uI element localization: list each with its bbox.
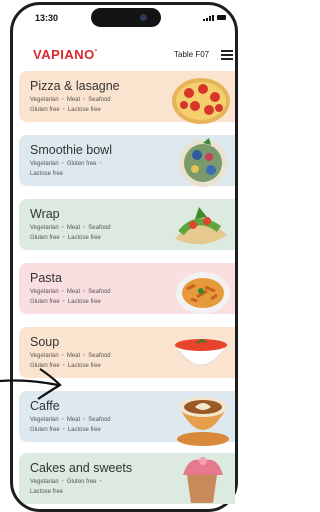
wrap-icon [169,199,231,253]
vapiano-logo: VAPIANO° [33,47,98,62]
status-bar: 13:30 [13,5,235,35]
category-tags: Vegetarian • Gluten free • Lactose free [30,161,102,177]
camera-icon [140,14,147,21]
dynamic-island [91,8,161,27]
category-card-smoothie-bowl[interactable]: Smoothie bowl Vegetarian • Gluten free • La… [19,135,235,189]
cupcake-icon [173,453,231,503]
category-tags: Vegetarian • Gluten free • Lactose free [30,479,102,495]
category-tags: Vegetarian • Meat • Seafood Gluten free • Lact… [30,289,111,305]
status-time: 13:30 [35,13,59,23]
battery-icon [217,15,226,20]
soup-icon [171,327,231,381]
coffee-icon [171,391,231,447]
category-title: Pasta [30,271,62,285]
category-title: Smoothie bowl [30,143,112,157]
category-card-cakes-and-sweets[interactable]: Cakes and sweets Vegetarian • Gluten free •… [19,453,235,504]
pizza-icon [169,71,231,127]
category-tags: Vegetarian • Meat • Seafood Gluten free • Lact… [30,97,111,113]
category-tags: Vegetarian • Meat • Seafood Gluten free • Lact… [30,417,111,433]
app-header: VAPIANO° Table F07 [13,43,235,67]
category-title: Cakes and sweets [30,461,133,475]
category-card-wrap[interactable]: Wrap Vegetarian • Meat • Seafood Gluten free… [19,199,235,250]
table-number: Table F07 [174,50,210,59]
category-tags: Vegetarian • Meat • Seafood Gluten free • Lact… [30,225,111,241]
smoothie-bowl-icon [173,135,231,189]
category-card-pizza[interactable]: Pizza & lasagne Vegetarian • Meat • Seafood … [19,71,235,124]
hamburger-menu-icon[interactable] [221,50,233,60]
category-title: Pizza & lasagne [30,79,120,93]
signal-icon [203,15,214,21]
category-title: Soup [30,335,60,349]
category-title: Wrap [30,207,60,221]
annotation-arrow-icon [0,363,70,408]
pasta-icon [171,263,231,317]
category-card-pasta[interactable]: Pasta Vegetarian • Meat • Seafood Gluten fre… [19,263,235,314]
